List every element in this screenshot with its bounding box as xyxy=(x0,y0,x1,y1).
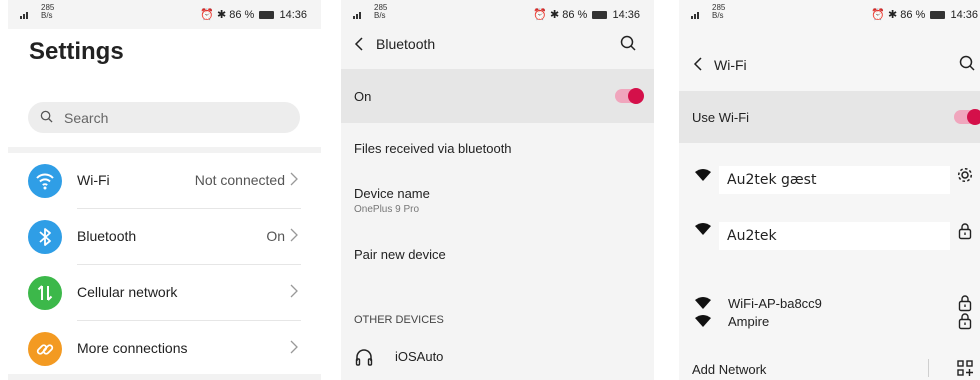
network-speed: 285 B/s xyxy=(374,3,388,20)
device-name: iOSAuto xyxy=(395,349,444,364)
add-network-label: Add Network xyxy=(692,362,767,377)
menu-item-more-connections[interactable]: More connections xyxy=(8,321,321,377)
page-title: Bluetooth xyxy=(376,36,436,52)
app-bar: Bluetooth xyxy=(341,29,654,68)
status-right: ⏰ ✱ 86 % 14:36 xyxy=(533,9,640,21)
battery-icon xyxy=(259,11,275,20)
signal-icon xyxy=(20,9,30,20)
add-network-row[interactable]: Add Network xyxy=(679,355,980,380)
menu-item-value: Not connected xyxy=(194,172,285,188)
status-bar: 285 B/s ⏰ ✱ 86 % 14:36 xyxy=(679,0,980,29)
search-icon[interactable] xyxy=(620,35,636,51)
device-row[interactable]: iOSAuto xyxy=(341,338,654,378)
link-icon xyxy=(28,332,62,366)
network-speed: 285 B/s xyxy=(41,3,55,20)
wifi-network-row[interactable]: Au2tek gæst xyxy=(679,158,980,200)
page-title: Wi-Fi xyxy=(714,57,747,73)
bluetooth-screen: 285 B/s ⏰ ✱ 86 % 14:36 Bluetooth On Files… xyxy=(341,0,654,380)
bluetooth-on-row[interactable]: On xyxy=(341,69,654,123)
device-name-value: OnePlus 9 Pro xyxy=(354,204,420,215)
files-received-row[interactable]: Files received via bluetooth xyxy=(341,123,654,173)
status-right: ⏰ ✱ 86 % 14:36 xyxy=(871,9,978,21)
search-icon[interactable] xyxy=(959,55,975,71)
row-label: Pair new device xyxy=(354,247,446,262)
menu-item-label: Cellular network xyxy=(77,284,178,300)
cellular-data-icon xyxy=(28,276,62,310)
other-devices-header: OTHER DEVICES xyxy=(341,305,654,335)
row-label: On xyxy=(354,89,372,104)
menu-item-bluetooth[interactable]: Bluetooth On xyxy=(8,209,321,265)
wifi-screen: 285 B/s ⏰ ✱ 86 % 14:36 Wi-Fi Use Wi-Fi Au… xyxy=(679,0,980,380)
battery-icon xyxy=(930,11,946,20)
row-label: Use Wi-Fi xyxy=(692,110,750,125)
back-arrow-icon[interactable] xyxy=(693,57,703,71)
network-speed: 285 B/s xyxy=(712,3,726,20)
wifi-toggle[interactable] xyxy=(954,109,980,125)
section-divider xyxy=(8,374,321,380)
lock-icon xyxy=(958,313,972,330)
section-header: OTHER DEVICES xyxy=(354,314,444,326)
bluetooth-icon xyxy=(28,220,62,254)
search-input[interactable]: Search xyxy=(28,102,300,133)
menu-item-label: Wi-Fi xyxy=(77,172,110,188)
signal-icon xyxy=(691,9,701,20)
row-label: Files received via bluetooth xyxy=(354,141,512,156)
status-bar: 285 B/s ⏰ ✱ 86 % 14:36 xyxy=(8,0,321,29)
bluetooth-toggle[interactable] xyxy=(615,88,644,104)
wifi-icon xyxy=(28,164,62,198)
wifi-network-row[interactable]: Au2tek xyxy=(679,216,980,254)
use-wifi-row[interactable]: Use Wi-Fi xyxy=(679,91,980,143)
status-right: ⏰ ✱ 86 % 14:36 xyxy=(200,9,307,21)
menu-item-cellular-network[interactable]: Cellular network xyxy=(8,265,321,321)
settings-screen: 285 B/s ⏰ ✱ 86 % 14:36 Settings Search Wi… xyxy=(8,0,321,380)
signal-icon xyxy=(353,9,363,20)
back-arrow-icon[interactable] xyxy=(354,37,364,51)
qr-code-icon[interactable] xyxy=(956,359,974,377)
menu-item-label: More connections xyxy=(77,340,188,356)
pair-new-device-row[interactable]: Pair new device xyxy=(341,229,654,279)
wifi-signal-icon xyxy=(695,315,711,327)
chevron-right-icon xyxy=(290,228,298,242)
network-name: Au2tek gæst xyxy=(719,166,950,194)
row-label: Device name xyxy=(354,186,430,201)
search-icon xyxy=(40,110,53,123)
chevron-right-icon xyxy=(290,340,298,354)
page-title: Settings xyxy=(29,38,124,65)
headphones-icon xyxy=(355,349,373,366)
status-bar: 285 B/s ⏰ ✱ 86 % 14:36 xyxy=(341,0,654,29)
search-placeholder: Search xyxy=(64,110,109,126)
menu-item-label: Bluetooth xyxy=(77,228,137,244)
menu-item-wifi[interactable]: Wi-Fi Not connected xyxy=(8,153,321,209)
menu-item-value: On xyxy=(266,228,285,244)
divider xyxy=(928,359,929,377)
wifi-signal-icon xyxy=(695,223,711,235)
device-name-row[interactable]: Device name OnePlus 9 Pro xyxy=(341,173,654,229)
gear-icon[interactable] xyxy=(956,166,974,184)
network-name: Au2tek xyxy=(719,222,950,250)
chevron-right-icon xyxy=(290,284,298,298)
wifi-network-row[interactable]: Ampire xyxy=(679,307,980,335)
lock-icon xyxy=(958,223,972,240)
battery-icon xyxy=(592,11,608,20)
chevron-right-icon xyxy=(290,172,298,186)
network-name: Ampire xyxy=(728,314,770,329)
wifi-signal-icon xyxy=(695,169,711,181)
